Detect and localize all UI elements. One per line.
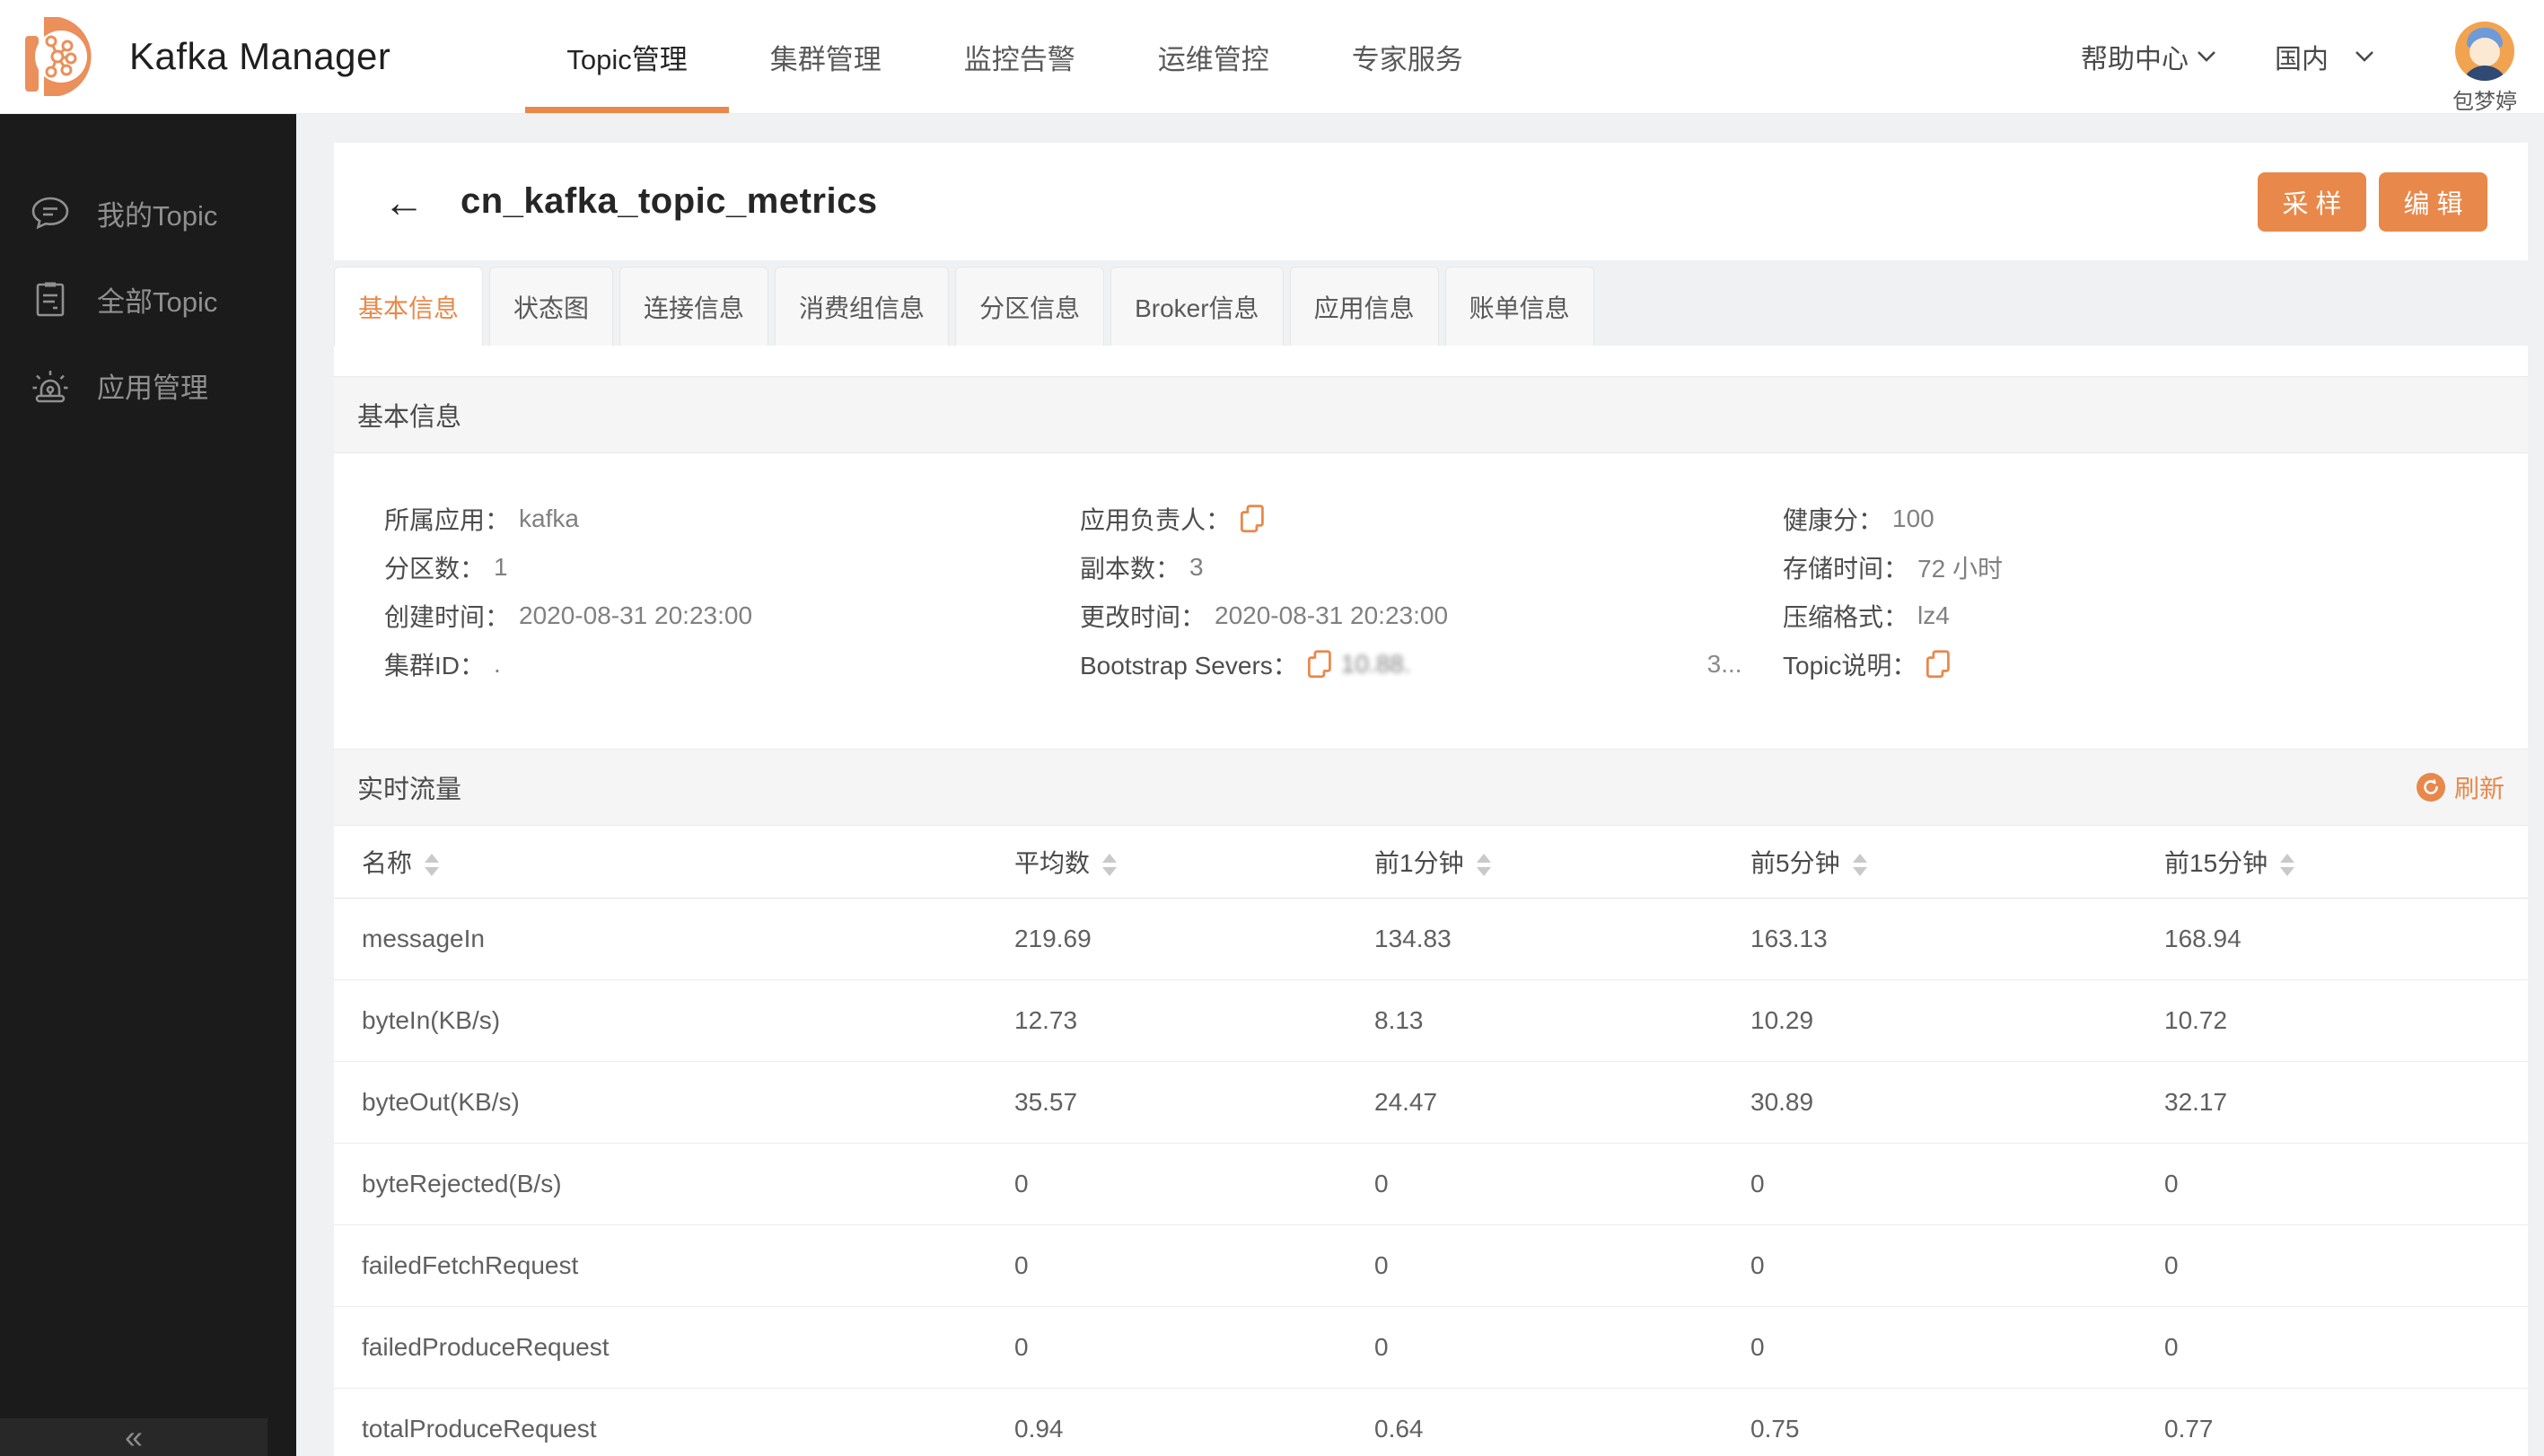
sort-icon[interactable] xyxy=(1102,854,1118,877)
sidebar: 我的Topic 全部Topic 应用管理 « xyxy=(0,114,296,1456)
clipboard-icon xyxy=(36,282,65,317)
main-nav: Topic管理 集群管理 监控告警 运维管控 专家服务 xyxy=(525,0,1504,113)
copy-icon[interactable] xyxy=(1240,504,1265,533)
detail-tabs: 基本信息 状态图 连接信息 消费组信息 分区信息 Broker信息 应用信息 账… xyxy=(334,267,2528,346)
tab-billing-info[interactable]: 账单信息 xyxy=(1444,267,1594,346)
nav-item-monitor[interactable]: 监控告警 xyxy=(923,0,1117,113)
table-row: byteRejected(B/s) 0 0 0 0 xyxy=(334,1143,2528,1225)
chat-bubble-icon xyxy=(31,197,69,230)
field-topic-description: Topic说明： xyxy=(1783,640,2528,689)
traffic-section-header: 实时流量 刷新 xyxy=(334,749,2528,826)
field-value-redacted: 10.88. xyxy=(1340,650,1411,678)
column-header-1min: 前1分钟 xyxy=(1374,849,1464,877)
field-retention-time: 存储时间： 72 小时 xyxy=(1783,555,2003,583)
metric-name: byteIn(KB/s) xyxy=(334,979,987,1062)
metric-name: byteOut(KB/s) xyxy=(334,1061,987,1144)
metric-name: failedFetchRequest xyxy=(334,1224,987,1307)
sidebar-item-all-topic[interactable]: 全部Topic xyxy=(0,256,296,342)
page-header-card: ← cn_kafka_topic_metrics 采 样 编 辑 xyxy=(334,143,2528,260)
sort-icon[interactable] xyxy=(425,854,440,877)
tab-basic-info[interactable]: 基本信息 xyxy=(334,267,484,346)
sort-icon[interactable] xyxy=(1852,854,1867,877)
nav-item-cluster[interactable]: 集群管理 xyxy=(729,0,923,113)
user-name: 包梦婷 xyxy=(2452,90,2517,114)
chevron-down-icon xyxy=(2197,51,2215,62)
metric-name: failedProduceRequest xyxy=(334,1306,987,1389)
main-content: ← cn_kafka_topic_metrics 采 样 编 辑 基本信息 状态… xyxy=(296,114,2544,1456)
column-header-5min: 前5分钟 xyxy=(1750,849,1840,877)
topbar-right: 帮助中心 国内 包梦婷 xyxy=(2081,0,2517,115)
tab-consumer-group-info[interactable]: 消费组信息 xyxy=(775,267,950,346)
chevron-down-icon xyxy=(2355,51,2373,62)
basic-info-section-header: 基本信息 xyxy=(334,376,2528,453)
field-app-owner: 应用负责人： xyxy=(1080,495,1783,543)
field-app: 所属应用： kafka xyxy=(384,504,579,534)
refresh-icon xyxy=(2416,773,2445,802)
collapse-icon: « xyxy=(124,1418,144,1455)
table-row: failedFetchRequest 0 0 0 0 xyxy=(334,1224,2528,1307)
refresh-button[interactable]: 刷新 xyxy=(2416,769,2505,805)
sort-icon[interactable] xyxy=(1476,854,1491,877)
detail-card: 基本信息 所属应用： kafka 应用负责人： 健康分： 100 分区数： 1 … xyxy=(334,346,2528,1456)
sample-button[interactable]: 采 样 xyxy=(2258,171,2366,232)
sidebar-collapse-button[interactable]: « xyxy=(0,1418,268,1456)
field-partition-count: 分区数： 1 xyxy=(384,553,508,583)
active-nav-underline xyxy=(525,107,729,113)
help-center-menu[interactable]: 帮助中心 xyxy=(2081,37,2217,76)
sort-icon[interactable] xyxy=(2280,854,2295,877)
tab-app-info[interactable]: 应用信息 xyxy=(1289,267,1439,346)
column-header-avg: 平均数 xyxy=(1014,849,1091,877)
tab-status-chart[interactable]: 状态图 xyxy=(489,267,614,346)
alarm-icon xyxy=(32,371,68,403)
column-header-15min: 前15分钟 xyxy=(2164,849,2268,877)
field-cluster-id: 集群ID： . xyxy=(384,650,501,680)
edit-button[interactable]: 编 辑 xyxy=(2379,171,2487,232)
table-row: messageIn 219.69 134.83 163.13 168.94 xyxy=(334,898,2528,980)
region-selector[interactable]: 国内 xyxy=(2275,37,2375,76)
tab-partition-info[interactable]: 分区信息 xyxy=(955,267,1105,346)
tab-broker-info[interactable]: Broker信息 xyxy=(1110,267,1284,346)
table-header-row: 名称 平均数 前1分钟 前5分钟 前15分钟 xyxy=(334,826,2528,899)
field-bootstrap-servers: Bootstrap Severs： 10.88. 3... xyxy=(1080,650,1742,680)
nav-item-expert[interactable]: 专家服务 xyxy=(1311,0,1504,113)
basic-info-fields: 所属应用： kafka 应用负责人： 健康分： 100 分区数： 1 副本数： xyxy=(334,453,2528,724)
app-logo-icon xyxy=(25,17,92,96)
sidebar-item-app-manage[interactable]: 应用管理 xyxy=(0,342,296,428)
top-navbar: Kafka Manager Topic管理 集群管理 监控告警 运维管控 专家服… xyxy=(0,0,2544,114)
avatar[interactable] xyxy=(2455,22,2514,81)
metric-name: byteRejected(B/s) xyxy=(334,1143,987,1225)
table-row: byteIn(KB/s) 12.73 8.13 10.29 10.72 xyxy=(334,979,2528,1062)
page-title: cn_kafka_topic_metrics xyxy=(461,181,878,221)
table-row: totalProduceRequest 0.94 0.64 0.75 0.77 xyxy=(334,1388,2528,1456)
copy-icon[interactable] xyxy=(1926,650,1951,679)
column-header-name: 名称 xyxy=(362,849,413,877)
user-menu[interactable]: 包梦婷 xyxy=(2452,22,2517,115)
table-row: byteOut(KB/s) 35.57 24.47 30.89 32.17 xyxy=(334,1061,2528,1144)
sidebar-item-my-topic[interactable]: 我的Topic xyxy=(0,170,296,256)
nav-item-topic[interactable]: Topic管理 xyxy=(525,0,729,113)
metric-name: messageIn xyxy=(334,898,987,980)
back-icon[interactable]: ← xyxy=(383,181,425,223)
field-modify-time: 更改时间： 2020-08-31 20:23:00 xyxy=(1080,601,1449,631)
traffic-table: 名称 平均数 前1分钟 前5分钟 前15分钟 messageIn 219.69 … xyxy=(334,826,2528,1456)
tab-connection-info[interactable]: 连接信息 xyxy=(619,267,769,346)
metric-name: totalProduceRequest xyxy=(334,1388,987,1456)
field-replica-count: 副本数： 3 xyxy=(1080,553,1204,583)
app-title: Kafka Manager xyxy=(129,35,391,77)
field-health-score: 健康分： 100 xyxy=(1783,504,1934,534)
table-row: failedProduceRequest 0 0 0 0 xyxy=(334,1306,2528,1389)
nav-item-ops[interactable]: 运维管控 xyxy=(1117,0,1311,113)
field-create-time: 创建时间： 2020-08-31 20:23:00 xyxy=(384,601,753,631)
field-value-truncated: 3... xyxy=(1706,650,1742,678)
field-compression: 压缩格式： lz4 xyxy=(1783,601,1950,631)
copy-icon[interactable] xyxy=(1307,650,1332,679)
